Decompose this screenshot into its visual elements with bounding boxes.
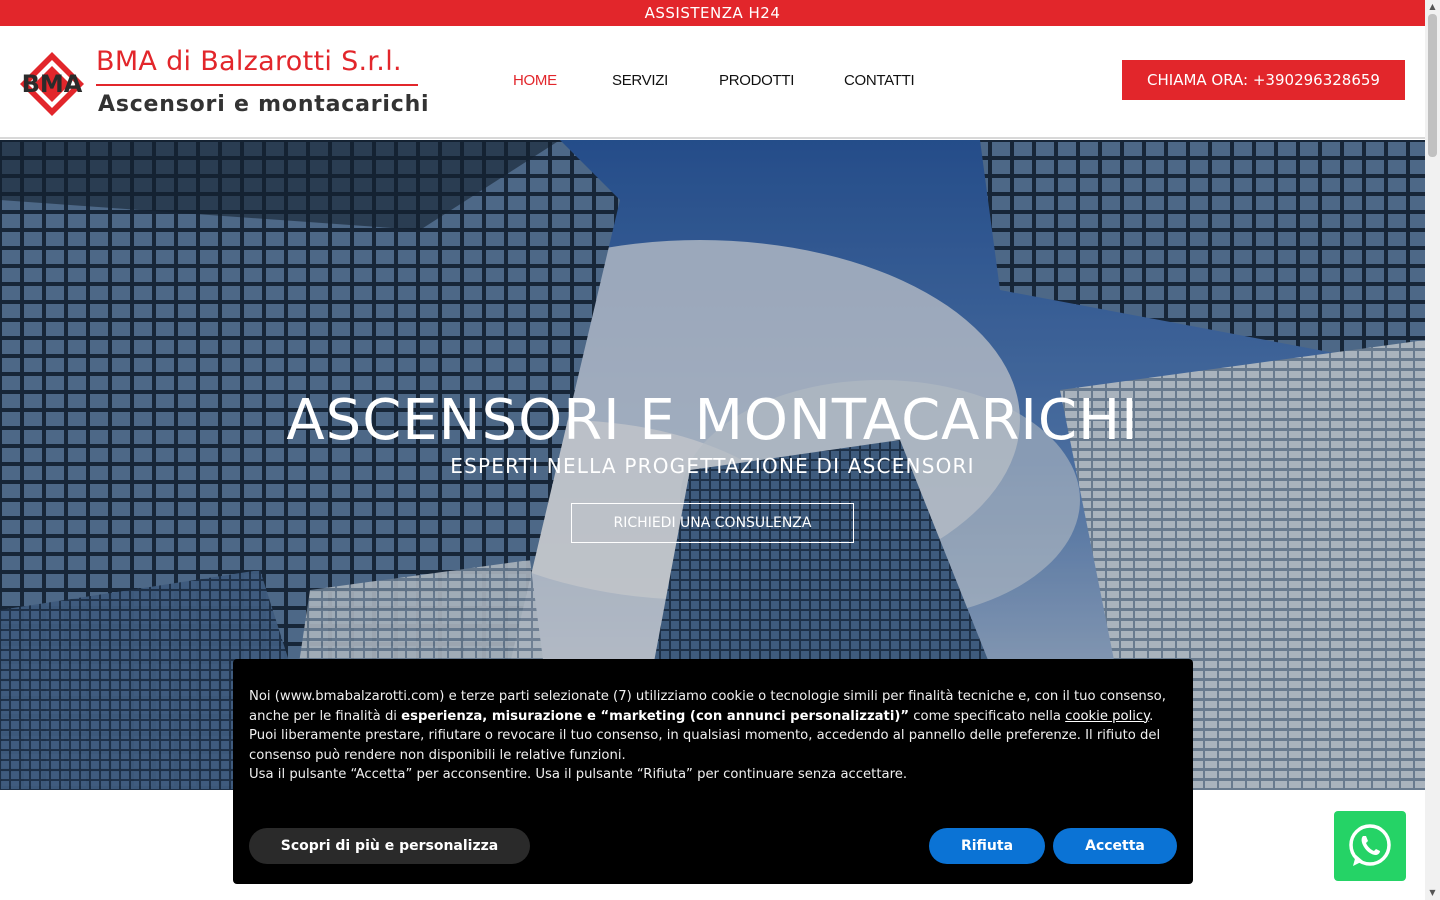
cookie-banner: Noi (www.bmabalzarotti.com) e terze part… bbox=[233, 659, 1193, 884]
scroll-down-arrow-icon[interactable]: ▼ bbox=[1425, 886, 1440, 900]
whatsapp-icon bbox=[1349, 824, 1391, 866]
learn-more-customize-button[interactable]: Scopri di più e personalizza bbox=[249, 828, 530, 864]
site-header: BMA BMA di Balzarotti S.r.l. Ascensori e… bbox=[0, 26, 1425, 139]
nav-item-contatti[interactable]: CONTATTI bbox=[844, 72, 915, 89]
request-consultation-button[interactable]: RICHIEDI UNA CONSULENZA bbox=[571, 503, 854, 543]
company-name: BMA di Balzarotti S.r.l. bbox=[96, 46, 402, 77]
nav-item-home[interactable]: HOME bbox=[513, 72, 557, 89]
hero-subtitle: ESPERTI NELLA PROGETTAZIONE DI ASCENSORI bbox=[450, 454, 975, 478]
logo-mark-text: BMA bbox=[22, 70, 83, 98]
page: ASSISTENZA H24 BMA BMA di Balzarotti S.r… bbox=[0, 0, 1440, 900]
cookie-policy-link[interactable]: cookie policy bbox=[1065, 709, 1149, 724]
nav-item-prodotti[interactable]: PRODOTTI bbox=[719, 72, 794, 89]
cookie-text-1-end: . bbox=[1149, 708, 1154, 724]
scrollbar-thumb[interactable] bbox=[1428, 14, 1437, 157]
cookie-text-1-middle: come specificato nella bbox=[909, 708, 1066, 724]
hero-title: ASCENSORI E MONTACARICHI bbox=[286, 388, 1139, 453]
call-now-button[interactable]: CHIAMA ORA: +390296328659 bbox=[1122, 60, 1405, 100]
reject-button[interactable]: Rifiuta bbox=[929, 828, 1045, 864]
cookie-text-3: Usa il pulsante “Accetta” per acconsenti… bbox=[249, 767, 908, 783]
site-logo[interactable]: BMA BMA di Balzarotti S.r.l. Ascensori e… bbox=[18, 46, 430, 126]
logo-divider bbox=[96, 84, 418, 86]
cookie-text-1-bold: esperienza, misurazione e “marketing (co… bbox=[401, 708, 910, 724]
assistance-text: ASSISTENZA H24 bbox=[644, 4, 781, 22]
accept-button[interactable]: Accetta bbox=[1053, 828, 1177, 864]
company-tagline: Ascensori e montacarichi bbox=[98, 92, 430, 117]
assistance-banner: ASSISTENZA H24 bbox=[0, 0, 1425, 26]
page-scrollbar[interactable]: ▲ ▼ bbox=[1425, 0, 1440, 900]
whatsapp-button[interactable] bbox=[1334, 811, 1406, 881]
cookie-text-1: Noi (www.bmabalzarotti.com) e terze part… bbox=[249, 687, 1177, 726]
cookie-text-2: Puoi liberamente prestare, rifiutare o r… bbox=[249, 728, 1161, 763]
scroll-up-arrow-icon[interactable]: ▲ bbox=[1425, 0, 1440, 14]
nav-item-servizi[interactable]: SERVIZI bbox=[612, 72, 668, 89]
bma-logo-icon: BMA bbox=[20, 52, 84, 116]
